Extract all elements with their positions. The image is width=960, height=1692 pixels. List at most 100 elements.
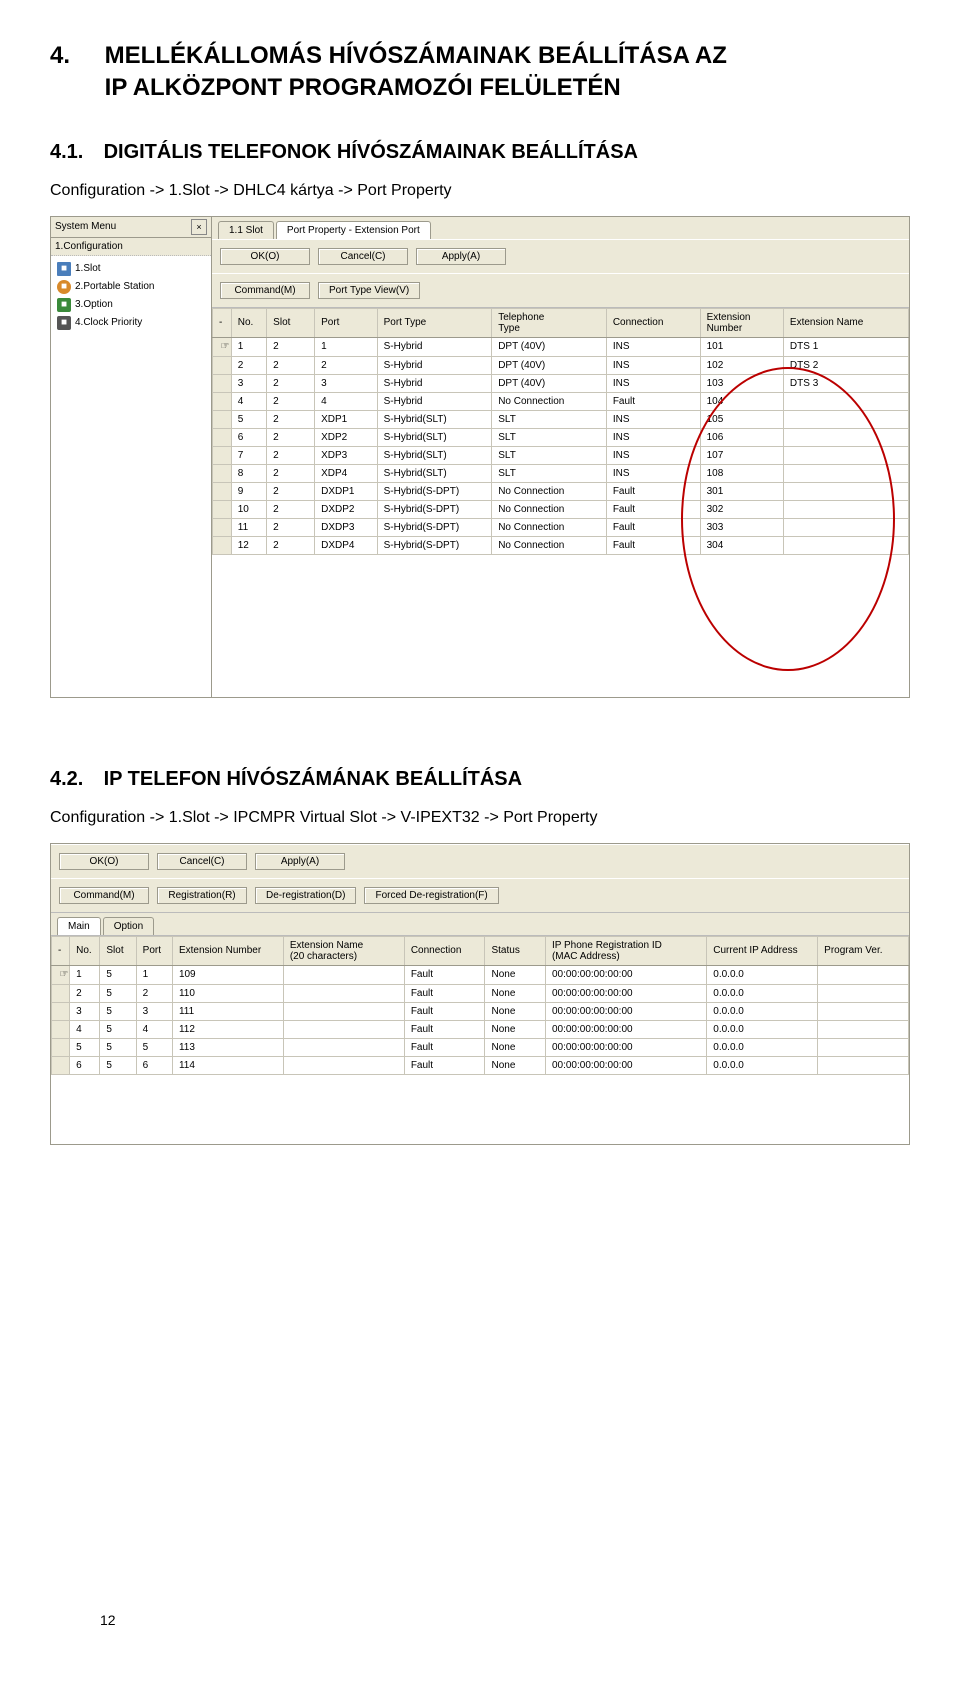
row-handle[interactable] xyxy=(213,410,232,428)
tab-1-1-slot[interactable]: 1.1 Slot xyxy=(218,221,274,239)
table-row[interactable]: 82XDP4S-Hybrid(SLT)SLTINS108 xyxy=(213,464,909,482)
cell[interactable]: 107 xyxy=(700,446,783,464)
cell[interactable]: 12 xyxy=(231,536,266,554)
cell[interactable] xyxy=(783,500,908,518)
row-handle[interactable] xyxy=(213,518,232,536)
table-row[interactable]: ☞121S-HybridDPT (40V)INS101DTS 1 xyxy=(213,337,909,356)
cell[interactable]: 303 xyxy=(700,518,783,536)
cell[interactable]: No Connection xyxy=(492,536,607,554)
table-row[interactable]: 323S-HybridDPT (40V)INS103DTS 3 xyxy=(213,374,909,392)
table-row[interactable]: 454112FaultNone00:00:00:00:00:000.0.0.0 xyxy=(52,1020,909,1038)
row-handle[interactable] xyxy=(213,464,232,482)
column-header[interactable]: IP Phone Registration ID(MAC Address) xyxy=(545,936,706,965)
column-header[interactable]: Port xyxy=(315,308,378,337)
cell[interactable]: DXDP3 xyxy=(315,518,378,536)
cell[interactable]: 2 xyxy=(231,356,266,374)
cell[interactable] xyxy=(783,464,908,482)
cell[interactable]: S-Hybrid(S-DPT) xyxy=(377,500,492,518)
forced-de-registration-button[interactable]: Forced De-registration(F) xyxy=(364,887,498,904)
column-header[interactable]: Program Ver. xyxy=(818,936,909,965)
table-row[interactable]: 62XDP2S-Hybrid(SLT)SLTINS106 xyxy=(213,428,909,446)
cell[interactable]: Fault xyxy=(606,500,700,518)
cell[interactable]: 3 xyxy=(315,374,378,392)
ok-button[interactable]: OK(O) xyxy=(220,248,310,265)
cell[interactable]: Fault xyxy=(606,536,700,554)
column-header[interactable]: Connection xyxy=(404,936,485,965)
cell[interactable]: 5 xyxy=(100,1056,136,1074)
cell[interactable]: 4 xyxy=(231,392,266,410)
table-row[interactable]: 353111FaultNone00:00:00:00:00:000.0.0.0 xyxy=(52,1002,909,1020)
cell[interactable]: None xyxy=(485,1056,545,1074)
row-handle[interactable] xyxy=(213,446,232,464)
cell[interactable]: 0.0.0.0 xyxy=(707,965,818,984)
cell[interactable]: 2 xyxy=(315,356,378,374)
cell[interactable]: XDP3 xyxy=(315,446,378,464)
cell[interactable]: SLT xyxy=(492,410,607,428)
cell[interactable]: Fault xyxy=(404,1056,485,1074)
cell[interactable]: 302 xyxy=(700,500,783,518)
cell[interactable]: DTS 1 xyxy=(783,337,908,356)
cell[interactable]: 2 xyxy=(267,374,315,392)
cell[interactable]: 00:00:00:00:00:00 xyxy=(545,1002,706,1020)
cell[interactable]: 2 xyxy=(267,392,315,410)
tab-option[interactable]: Option xyxy=(103,917,154,935)
column-header[interactable]: Port Type xyxy=(377,308,492,337)
cell[interactable] xyxy=(283,1038,404,1056)
cell[interactable]: 0.0.0.0 xyxy=(707,984,818,1002)
cell[interactable] xyxy=(283,1002,404,1020)
cell[interactable]: 304 xyxy=(700,536,783,554)
cell[interactable]: S-Hybrid(S-DPT) xyxy=(377,536,492,554)
table-row[interactable]: 92DXDP1S-Hybrid(S-DPT)No ConnectionFault… xyxy=(213,482,909,500)
column-header[interactable]: Extension Number xyxy=(172,936,283,965)
cell[interactable]: Fault xyxy=(606,392,700,410)
cell[interactable] xyxy=(783,446,908,464)
cell[interactable]: 2 xyxy=(267,536,315,554)
row-handle[interactable] xyxy=(213,392,232,410)
cell[interactable]: 111 xyxy=(172,1002,283,1020)
table-row[interactable]: 555113FaultNone00:00:00:00:00:000.0.0.0 xyxy=(52,1038,909,1056)
cell[interactable]: Fault xyxy=(404,965,485,984)
cell[interactable]: 4 xyxy=(70,1020,100,1038)
cell[interactable]: DXDP4 xyxy=(315,536,378,554)
table-row[interactable]: 252110FaultNone00:00:00:00:00:000.0.0.0 xyxy=(52,984,909,1002)
cell[interactable]: 105 xyxy=(700,410,783,428)
cell[interactable]: 2 xyxy=(267,500,315,518)
extension-port-grid[interactable]: -No.SlotPortPort TypeTelephoneTypeConnec… xyxy=(212,308,909,555)
cell[interactable]: 00:00:00:00:00:00 xyxy=(545,1020,706,1038)
cell[interactable]: INS xyxy=(606,356,700,374)
cell[interactable]: 110 xyxy=(172,984,283,1002)
column-header[interactable]: TelephoneType xyxy=(492,308,607,337)
cell[interactable]: 2 xyxy=(267,446,315,464)
cancel-button[interactable]: Cancel(C) xyxy=(318,248,408,265)
de-registration-button[interactable]: De-registration(D) xyxy=(255,887,356,904)
cell[interactable]: INS xyxy=(606,374,700,392)
column-header[interactable]: Connection xyxy=(606,308,700,337)
cell[interactable]: DPT (40V) xyxy=(492,337,607,356)
cell[interactable]: 102 xyxy=(700,356,783,374)
row-handle[interactable] xyxy=(213,536,232,554)
column-header[interactable]: Extension Name(20 characters) xyxy=(283,936,404,965)
column-header[interactable]: Slot xyxy=(100,936,136,965)
cell[interactable]: S-Hybrid xyxy=(377,392,492,410)
cell[interactable]: 2 xyxy=(267,410,315,428)
sidebar-item-2-portable-station[interactable]: ■2.Portable Station xyxy=(55,278,207,296)
cell[interactable] xyxy=(783,410,908,428)
cell[interactable]: 5 xyxy=(100,1002,136,1020)
cell[interactable]: None xyxy=(485,1038,545,1056)
column-header[interactable]: No. xyxy=(70,936,100,965)
cancel-button[interactable]: Cancel(C) xyxy=(157,853,247,870)
cell[interactable]: 104 xyxy=(700,392,783,410)
cell[interactable]: 5 xyxy=(100,965,136,984)
cell[interactable]: INS xyxy=(606,446,700,464)
column-header[interactable]: Port xyxy=(136,936,172,965)
cell[interactable]: 3 xyxy=(70,1002,100,1020)
apply-button[interactable]: Apply(A) xyxy=(255,853,345,870)
cell[interactable]: 5 xyxy=(70,1038,100,1056)
cell[interactable]: 6 xyxy=(231,428,266,446)
cell[interactable]: 2 xyxy=(70,984,100,1002)
cell[interactable]: 1 xyxy=(70,965,100,984)
cell[interactable]: XDP4 xyxy=(315,464,378,482)
port-type-view-button[interactable]: Port Type View(V) xyxy=(318,282,420,299)
row-handle[interactable] xyxy=(52,1056,70,1074)
tab-main[interactable]: Main xyxy=(57,917,101,935)
